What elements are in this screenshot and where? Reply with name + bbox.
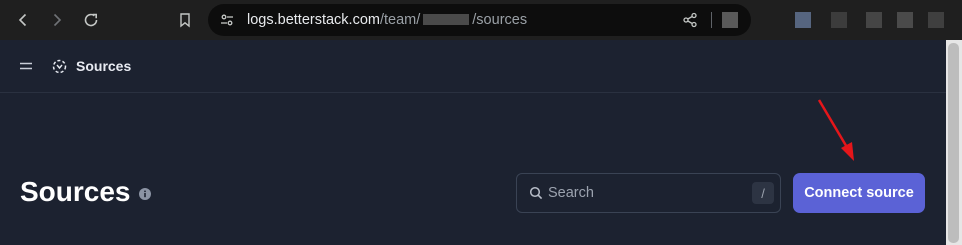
- site-info-icon[interactable]: [220, 13, 234, 27]
- redacted-extension-icon[interactable]: [795, 12, 811, 28]
- redacted-extension-icon[interactable]: [897, 12, 913, 28]
- app-header: Sources: [0, 40, 946, 93]
- redacted-extension-icon[interactable]: [831, 12, 847, 28]
- redacted-team-id: [423, 14, 470, 25]
- search-input[interactable]: Search /: [516, 173, 781, 213]
- info-icon[interactable]: [139, 188, 151, 200]
- bookmark-icon: [180, 13, 190, 28]
- redacted-extension-icon[interactable]: [722, 12, 738, 28]
- scrollbar-thumb[interactable]: [948, 43, 959, 243]
- search-placeholder: Search: [548, 185, 594, 201]
- redacted-extension-icon[interactable]: [866, 12, 882, 28]
- header-title: Sources: [76, 58, 132, 74]
- page-title: Sources: [20, 176, 131, 207]
- share-icon[interactable]: [682, 12, 698, 28]
- reload-icon: [84, 13, 98, 27]
- url-path-suffix: /sources: [472, 12, 528, 28]
- search-shortcut-key: /: [752, 182, 774, 204]
- url-host: logs.betterstack.com: [247, 12, 380, 28]
- back-icon: [18, 13, 27, 27]
- url-text[interactable]: logs.betterstack.com/team/ /sources: [247, 12, 527, 28]
- menu-icon[interactable]: [19, 61, 33, 71]
- browser-toolbar: logs.betterstack.com/team/ /sources: [0, 0, 962, 40]
- forward-icon: [53, 13, 62, 27]
- address-bar[interactable]: logs.betterstack.com/team/ /sources: [208, 4, 751, 36]
- page-scrollbar[interactable]: [946, 40, 962, 245]
- redacted-profile-avatar[interactable]: [928, 12, 944, 28]
- forward-button[interactable]: [45, 8, 69, 32]
- reload-button[interactable]: [79, 8, 103, 32]
- back-button[interactable]: [11, 8, 35, 32]
- url-path-prefix: /team/: [379, 12, 421, 28]
- omnibox-divider: [711, 12, 712, 28]
- search-icon: [529, 186, 543, 200]
- app-page: Sources Sources Search / Connect source: [0, 40, 946, 245]
- sources-icon: [52, 59, 67, 74]
- bookmark-button[interactable]: [173, 8, 197, 32]
- connect-source-button[interactable]: Connect source: [793, 173, 925, 213]
- annotation-arrow-icon: [817, 99, 854, 161]
